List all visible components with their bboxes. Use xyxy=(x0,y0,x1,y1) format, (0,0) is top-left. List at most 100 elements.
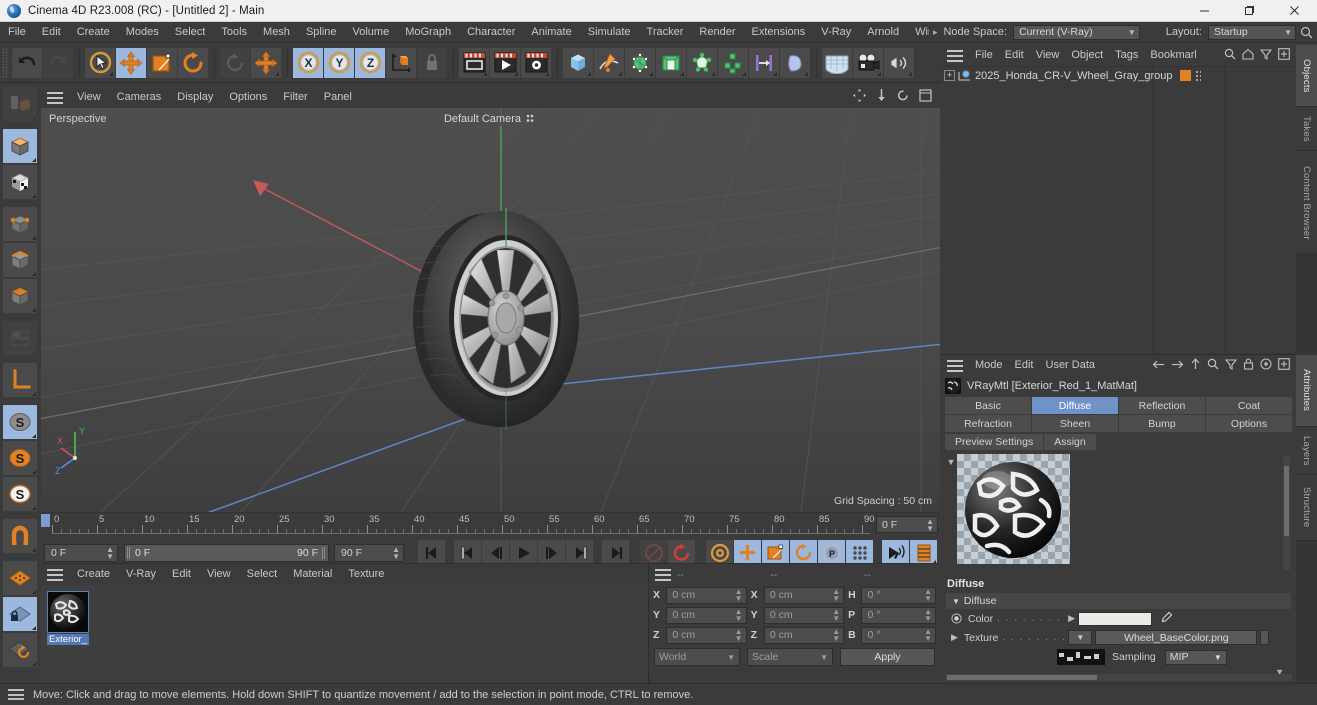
coordinate-system-select[interactable]: World ▼ xyxy=(654,648,740,666)
play-button[interactable] xyxy=(510,540,537,565)
key-rotation-button[interactable] xyxy=(790,540,817,565)
texture-expand-icon[interactable]: ▶ xyxy=(951,632,958,643)
tab-diffuse[interactable]: Diffuse xyxy=(1032,397,1118,414)
dots-tag-icon[interactable] xyxy=(1194,70,1201,81)
dynamic-place-tool[interactable] xyxy=(220,47,250,78)
environment-button[interactable] xyxy=(822,47,852,78)
object-search-icon[interactable] xyxy=(1224,47,1236,65)
workplane-button[interactable] xyxy=(3,363,37,397)
redo-button[interactable] xyxy=(43,47,73,78)
current-frame-input[interactable]: 0 F ▲ ▼ xyxy=(44,543,118,562)
spinner-icon[interactable]: ▲ ▼ xyxy=(832,608,840,623)
preview-settings-button[interactable]: Preview Settings xyxy=(945,434,1044,450)
object-menu-object[interactable]: Object xyxy=(1065,45,1109,66)
chevron-right-icon[interactable]: ▶ xyxy=(1068,613,1075,624)
menu-animate[interactable]: Animate xyxy=(523,22,579,43)
live-selection-tool[interactable] xyxy=(85,47,115,78)
spinner-icon[interactable]: ▲ ▼ xyxy=(735,628,743,643)
expand-toggle-icon[interactable]: + xyxy=(944,70,955,81)
position-z-input[interactable]: 0 cm ▲ ▼ xyxy=(666,626,747,644)
menu-character[interactable]: Character xyxy=(459,22,523,43)
menu-spline[interactable]: Spline xyxy=(298,22,345,43)
array-button[interactable] xyxy=(718,47,748,78)
magnet-button[interactable] xyxy=(3,519,37,553)
next-frame-button[interactable] xyxy=(538,540,565,565)
spinner-icon[interactable]: ▲ ▼ xyxy=(392,545,400,560)
object-menu-tags[interactable]: Tags xyxy=(1109,45,1144,66)
mograph-button[interactable] xyxy=(749,47,779,78)
sampling-select[interactable]: MIP ▼ xyxy=(1164,649,1227,665)
timeline-ruler[interactable]: 0 5 10 15 20 25 30 35 40 45 50 55 60 65 70 75 80 85 90 0 F… xyxy=(41,512,940,538)
tab-coat[interactable]: Coat xyxy=(1206,397,1292,414)
attribute-target-icon[interactable] xyxy=(1260,357,1272,375)
menu-mograph[interactable]: MoGraph xyxy=(397,22,459,43)
wheel-3d-model[interactable] xyxy=(393,208,609,430)
spinner-icon[interactable]: ▲ ▼ xyxy=(832,628,840,643)
attribute-forward-icon[interactable] xyxy=(1171,357,1184,375)
material-menu-burger-icon[interactable] xyxy=(47,568,63,581)
viewport-menu-cameras[interactable]: Cameras xyxy=(109,87,170,108)
material-thumbnail[interactable] xyxy=(47,591,89,633)
scale-tool[interactable] xyxy=(147,47,177,78)
texture-mode-button[interactable] xyxy=(3,165,37,199)
quantize-button[interactable]: S xyxy=(3,477,37,511)
filter-timeline-button[interactable] xyxy=(910,540,937,565)
object-filter-icon[interactable] xyxy=(1259,47,1273,65)
position-x-input[interactable]: 0 cm ▲ ▼ xyxy=(666,586,747,604)
vtab-structure[interactable]: Structure xyxy=(1296,475,1317,541)
viewport-menu-view[interactable]: View xyxy=(69,87,109,108)
menu-edit[interactable]: Edit xyxy=(34,22,69,43)
spinner-icon[interactable]: ▲ ▼ xyxy=(735,588,743,603)
material-menu-material[interactable]: Material xyxy=(285,564,340,585)
menu-mesh[interactable]: Mesh xyxy=(255,22,298,43)
material-menu-vray[interactable]: V-Ray xyxy=(118,564,164,585)
edges-mode-button[interactable] xyxy=(3,243,37,277)
menu-simulate[interactable]: Simulate xyxy=(580,22,639,43)
object-menu-burger-icon[interactable] xyxy=(947,49,963,62)
tab-reflection[interactable]: Reflection xyxy=(1119,397,1205,414)
object-row[interactable]: + 2025_Honda_CR-V_Wheel_Gray_group xyxy=(941,67,1296,84)
spinner-icon[interactable]: ▲ ▼ xyxy=(924,628,932,643)
move-tool[interactable] xyxy=(116,47,146,78)
polygons-mode-button[interactable] xyxy=(3,279,37,313)
scene-object-button[interactable] xyxy=(656,47,686,78)
workplane-grid-button[interactable] xyxy=(3,561,37,595)
coordinate-mode-select[interactable]: Scale ▼ xyxy=(747,648,833,666)
play-sound-button[interactable] xyxy=(882,540,909,565)
menu-render[interactable]: Render xyxy=(691,22,743,43)
go-to-start-button[interactable] xyxy=(418,540,445,565)
attributes-horizontal-scrollbar[interactable] xyxy=(945,674,1292,681)
attribute-back-icon[interactable] xyxy=(1152,357,1165,375)
texture-extra-button[interactable] xyxy=(1260,630,1270,645)
viewport-menu-panel[interactable]: Panel xyxy=(316,87,360,108)
viewport-menu-burger-icon[interactable] xyxy=(47,91,63,104)
deformer-button[interactable] xyxy=(687,47,717,78)
viewport-pan-icon[interactable] xyxy=(853,88,866,107)
enable-axis-button[interactable]: S xyxy=(3,405,37,439)
attribute-lock-icon[interactable] xyxy=(1243,357,1254,375)
spinner-icon[interactable]: ▲ ▼ xyxy=(832,588,840,603)
object-menu-edit[interactable]: Edit xyxy=(999,45,1030,66)
object-axis-toggle[interactable] xyxy=(386,47,416,78)
material-menu-texture[interactable]: Texture xyxy=(340,564,392,585)
render-picture-viewer-button[interactable] xyxy=(490,47,520,78)
subdivision-surface-button[interactable] xyxy=(625,47,655,78)
attribute-menu-user-data[interactable]: User Data xyxy=(1040,355,1102,376)
record-active-objects-button[interactable] xyxy=(640,540,667,565)
planar-workplane-button[interactable] xyxy=(3,633,37,667)
key-parameter-button[interactable]: P xyxy=(818,540,845,565)
rotation-b-input[interactable]: 0 ° ▲ ▼ xyxy=(861,626,936,644)
assign-button[interactable]: Assign xyxy=(1044,434,1096,450)
material-menu-view[interactable]: View xyxy=(199,564,239,585)
position-y-input[interactable]: 0 cm ▲ ▼ xyxy=(666,606,747,624)
size-x-input[interactable]: 0 cm ▲ ▼ xyxy=(763,586,845,604)
timeline-frame-field[interactable]: 0 F ▲ ▼ xyxy=(876,516,938,533)
attribute-search-icon[interactable] xyxy=(1207,357,1219,375)
rotation-h-input[interactable]: 0 ° ▲ ▼ xyxy=(861,586,936,604)
axis-z-toggle[interactable]: Z xyxy=(355,47,385,78)
spinner-icon[interactable]: ▲ ▼ xyxy=(924,608,932,623)
diffuse-group-header[interactable]: ▼ Diffuse xyxy=(946,593,1291,609)
render-settings-button[interactable] xyxy=(521,47,551,78)
tab-basic[interactable]: Basic xyxy=(945,397,1031,414)
model-mode-button[interactable] xyxy=(3,129,37,163)
